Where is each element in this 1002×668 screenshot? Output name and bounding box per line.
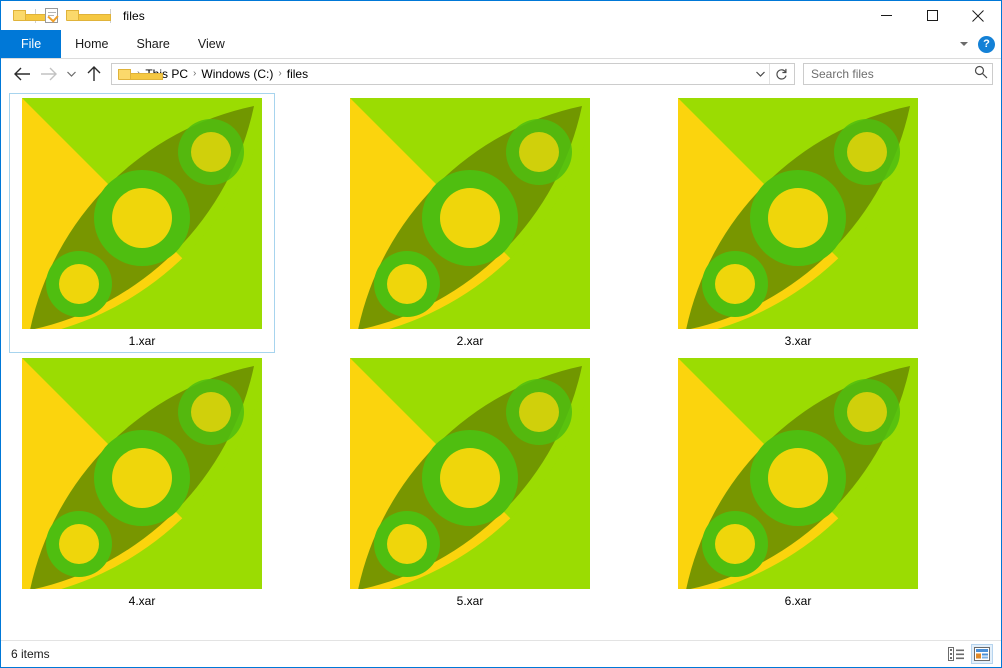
breadcrumb-bar[interactable]: › This PC › Windows (C:) › files xyxy=(111,63,795,85)
view-mode-buttons xyxy=(945,644,993,664)
window-controls xyxy=(863,1,1001,30)
tab-view[interactable]: View xyxy=(184,30,239,58)
refresh-icon[interactable] xyxy=(769,64,792,84)
file-thumbnail-peazip xyxy=(678,358,918,589)
breadcrumb-item-files[interactable]: files xyxy=(283,67,312,81)
file-list-view[interactable]: 1.xar xyxy=(1,89,1001,640)
file-name-label: 3.xar xyxy=(785,334,812,348)
large-icons-view-icon[interactable] xyxy=(971,644,993,664)
file-thumbnail-peazip xyxy=(350,358,590,589)
file-thumbnail-peazip xyxy=(22,98,262,329)
window-title: files xyxy=(123,9,145,23)
chevron-down-icon[interactable] xyxy=(960,42,968,46)
tab-share[interactable]: Share xyxy=(123,30,184,58)
up-button[interactable] xyxy=(81,62,107,86)
new-folder-icon[interactable] xyxy=(62,5,84,27)
file-name-label: 5.xar xyxy=(457,594,484,608)
maximize-button[interactable] xyxy=(909,1,955,30)
close-button[interactable] xyxy=(955,1,1001,30)
list-item[interactable]: 2.xar xyxy=(337,93,603,353)
status-bar: 6 items xyxy=(1,640,1001,667)
list-item[interactable]: 1.xar xyxy=(9,93,275,353)
tab-file[interactable]: File xyxy=(1,30,61,58)
file-thumbnail-peazip xyxy=(678,98,918,329)
breadcrumb: › This PC › Windows (C:) › files xyxy=(117,67,752,81)
quick-access-toolbar xyxy=(1,5,115,27)
explorer-window: files File Home Share View ? xyxy=(0,0,1002,668)
file-name-label: 1.xar xyxy=(129,334,156,348)
chevron-down-icon[interactable] xyxy=(752,64,769,84)
forward-button xyxy=(35,62,61,86)
file-name-label: 6.xar xyxy=(785,594,812,608)
minimize-button[interactable] xyxy=(863,1,909,30)
help-icon[interactable]: ? xyxy=(978,36,995,53)
ribbon-tab-bar: File Home Share View ? xyxy=(1,30,1001,59)
back-button[interactable] xyxy=(9,62,35,86)
recent-locations-icon[interactable] xyxy=(61,62,81,86)
file-thumbnail-peazip xyxy=(350,98,590,329)
file-name-label: 2.xar xyxy=(457,334,484,348)
breadcrumb-item-windows-c[interactable]: Windows (C:) xyxy=(197,67,277,81)
list-item[interactable]: 4.xar xyxy=(9,353,275,613)
details-view-icon[interactable] xyxy=(945,644,967,664)
breadcrumb-folder-icon xyxy=(118,68,133,81)
list-item[interactable]: 5.xar xyxy=(337,353,603,613)
list-item[interactable]: 3.xar xyxy=(665,93,931,353)
search-icon[interactable] xyxy=(974,65,988,84)
list-item[interactable]: 6.xar xyxy=(665,353,931,613)
icon-grid: 1.xar xyxy=(1,89,1001,613)
address-bar: › This PC › Windows (C:) › files xyxy=(1,59,1001,89)
item-count-label: 6 items xyxy=(11,647,50,661)
folder-icon[interactable] xyxy=(9,5,31,27)
title-bar: files xyxy=(1,1,1001,30)
tab-home[interactable]: Home xyxy=(61,30,122,58)
address-bar-right xyxy=(752,64,792,84)
ribbon-right-controls: ? xyxy=(960,30,995,58)
file-name-label: 4.xar xyxy=(129,594,156,608)
search-box[interactable]: Search files xyxy=(803,63,993,85)
file-thumbnail-peazip xyxy=(22,358,262,589)
search-input[interactable]: Search files xyxy=(811,67,974,81)
